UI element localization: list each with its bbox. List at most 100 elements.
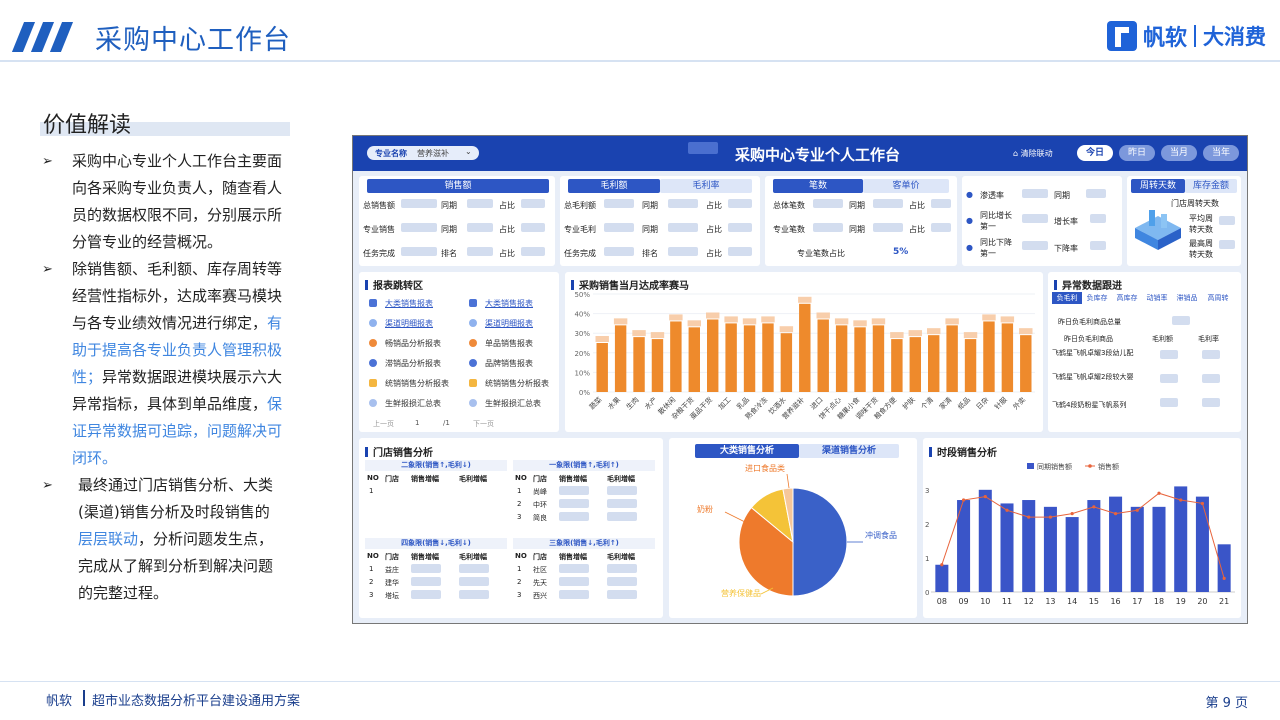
masked-value [607, 564, 637, 573]
x-tick-label: 乳品 [735, 395, 751, 411]
up-icon: ● [966, 216, 973, 225]
race-bar [983, 321, 995, 392]
filter-select[interactable]: 专业名称 营养滋补 ⌄ [367, 146, 479, 160]
period-yesterday-button[interactable]: 昨日 [1119, 145, 1155, 161]
race-bar [725, 323, 737, 392]
page-total: /1 [443, 419, 450, 427]
brand-separator [1194, 25, 1196, 47]
section-title: 价值解读 [43, 113, 132, 138]
report-link[interactable]: 单品销售报表 [469, 338, 533, 349]
race-bar-top-marker [705, 312, 720, 319]
report-link[interactable]: 统销销售分析报表 [469, 378, 549, 389]
column-header: 毛利增幅 [459, 553, 487, 561]
report-link[interactable]: 畅销品分析报表 [369, 338, 441, 349]
report-link[interactable]: 渠道明细报表 [469, 318, 533, 329]
bullet-line: 性；异常数据跟进模块展示六大 [72, 368, 283, 386]
hourly-chart: 012308 09 10 11 12 13 14 15 16 17 18 19 20 21同期销售额 销售额 [925, 462, 1235, 606]
y-tick-label: 2 [925, 521, 929, 529]
slash-logo-icon [11, 22, 74, 52]
category-analysis-card: 大类销售分析 渠道销售分析 冲调食品 奶粉 营养保健品 进口食品类 [669, 438, 917, 618]
slide-header: 采购中心工作台 帆软 大消费 [0, 0, 1280, 62]
sales-point [1179, 498, 1183, 502]
column-header: 门店 [533, 475, 547, 483]
report-link[interactable]: 品牌销售报表 [469, 358, 533, 369]
bullet-line: 分管专业的经营概况。 [72, 233, 223, 251]
store-name: 尚峰 [533, 488, 547, 496]
hourly-bar [1195, 496, 1209, 592]
tab-high-turnover[interactable]: 高周转 [1202, 292, 1234, 304]
tab-turnover-days[interactable]: 周转天数 [1131, 179, 1185, 193]
report-link[interactable]: 生鲜报损汇总表 [369, 398, 441, 409]
tab-gross-margin[interactable]: 毛利率 [660, 179, 752, 193]
arrow-icon: ➢ [42, 478, 53, 493]
race-bar-top-marker [963, 332, 978, 339]
report-link[interactable]: 滞销品分析报表 [369, 358, 441, 369]
quadrant-title: 二象限(销售↑,毛利↓) [365, 460, 507, 471]
sales-point [1113, 512, 1118, 516]
hourly-bar [1000, 503, 1014, 592]
x-tick-label: 纸品 [956, 395, 972, 411]
sales-point [961, 498, 966, 502]
report-link[interactable]: 大类销售报表 [369, 298, 433, 309]
tab-negative-margin[interactable]: 负毛利 [1052, 292, 1082, 304]
brand-sub: 大消费 [1203, 25, 1266, 49]
period-month-button[interactable]: 当月 [1161, 145, 1197, 161]
race-bar [799, 303, 811, 392]
quadrant-table: 四象限(销售↓,毛利↓) NO 门店 销售增幅 毛利增幅 1 益庄 2 建华 3 塔坛 [365, 538, 507, 612]
race-bar-top-marker [1019, 328, 1033, 335]
store-name: 简良 [533, 514, 547, 522]
clear-linkage-button[interactable]: ⌂ 清除联动 [1013, 148, 1053, 159]
fanruan-logo-icon [1106, 21, 1137, 51]
x-tick-label: 水果 [606, 395, 622, 411]
y-tick-label: 3 [925, 487, 929, 495]
race-bar-top-marker [761, 316, 775, 323]
masked-value [607, 486, 637, 495]
race-bar [909, 337, 922, 392]
next-page-button[interactable]: 下一页 [473, 419, 494, 429]
masked-value [411, 590, 441, 599]
report-link[interactable]: 渠道明细报表 [369, 318, 433, 329]
tab-sales[interactable]: 销售额 [367, 179, 549, 193]
report-link[interactable]: 生鲜报损汇总表 [469, 398, 541, 409]
race-bar [964, 339, 977, 392]
tab-gross-profit[interactable]: 毛利额 [568, 179, 660, 193]
report-link[interactable]: 大类销售报表 [469, 298, 533, 309]
race-bar-top-marker [908, 330, 923, 337]
brand-name: 帆软 [1142, 26, 1187, 51]
home-icon: ⌂ [1013, 149, 1021, 158]
race-bar [633, 337, 645, 392]
masked-value [607, 577, 637, 586]
x-tick-label: 16 [1110, 597, 1120, 606]
race-bar [780, 333, 793, 392]
store-name: 益庄 [385, 566, 399, 574]
period-today-button[interactable]: 今日 [1077, 145, 1113, 161]
drop-icon: ● [966, 190, 973, 199]
tab-avg-ticket[interactable]: 客单价 [863, 179, 949, 193]
period-year-button[interactable]: 当年 [1203, 145, 1239, 161]
row-number: 1 [369, 565, 374, 573]
hourly-bar [935, 564, 949, 592]
category-pie-chart: 冲调食品 奶粉营养保健品 进口食品类 [697, 463, 897, 598]
pie-label: 冲调食品 [865, 530, 897, 540]
bullet-line: 助于提高各专业负责人管理积极 [72, 341, 283, 359]
x-tick-label: 17 [1132, 597, 1142, 606]
tab-slow-moving[interactable]: 滞销品 [1172, 292, 1202, 304]
hourly-bar [978, 489, 992, 592]
tab-sell-through[interactable]: 动销率 [1142, 292, 1172, 304]
pie-leader-line [786, 473, 790, 489]
tab-inventory-amount[interactable]: 库存金额 [1185, 179, 1237, 193]
hourly-bar [1065, 517, 1079, 592]
tab-transactions[interactable]: 笔数 [773, 179, 863, 193]
sales-point [1092, 505, 1096, 509]
store-analysis-card: 门店销售分析 二象限(销售↑,毛利↓) NO 门店 销售增幅 毛利增幅 1 一象限(销售↑,… [359, 438, 663, 618]
x-tick-label: 11 [1002, 597, 1012, 606]
race-bar-top-marker [724, 316, 738, 323]
race-bar [946, 325, 958, 392]
race-bar [1020, 335, 1032, 392]
tab-high-stock[interactable]: 高库存 [1112, 292, 1142, 304]
y-tick-label: 10% [574, 369, 590, 377]
report-link[interactable]: 统销销售分析报表 [369, 378, 449, 389]
prev-page-button[interactable]: 上一页 [373, 419, 394, 429]
tab-negative-stock[interactable]: 负库存 [1082, 292, 1112, 304]
race-bar-top-marker [669, 314, 683, 321]
